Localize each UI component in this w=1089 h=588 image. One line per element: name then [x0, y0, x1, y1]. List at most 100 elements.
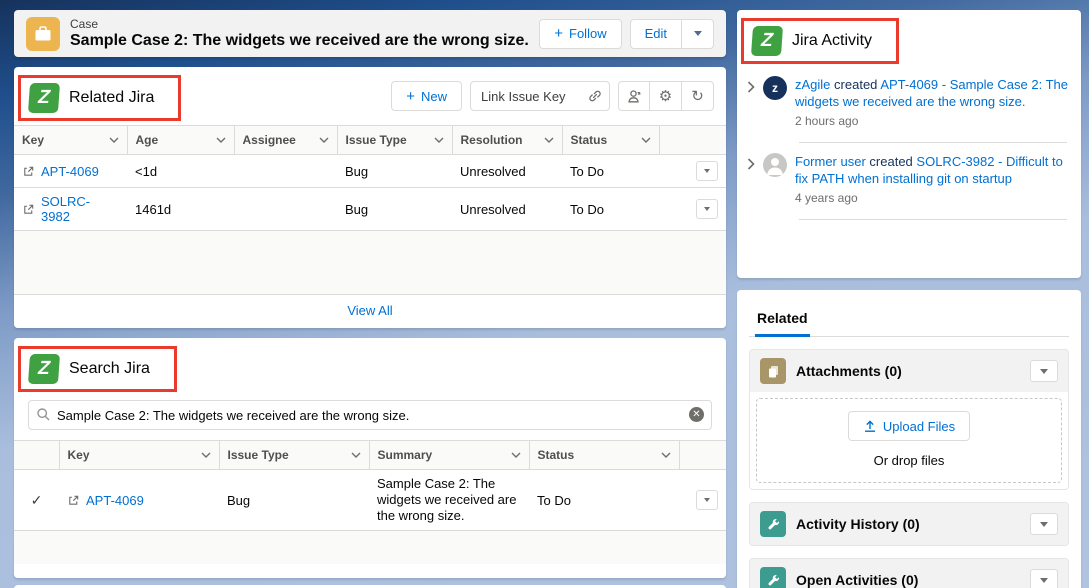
chevron-down-icon [661, 452, 671, 458]
header-actions: + Follow Edit [539, 19, 714, 49]
search-jira-table: Key Issue Type Summary Status ✓ APT-4069… [14, 440, 726, 531]
activity-text: zAgile created APT-4069 - Sample Case 2:… [795, 76, 1069, 130]
selected-check-icon[interactable]: ✓ [31, 492, 43, 508]
view-all-link[interactable]: View All [347, 303, 392, 318]
file-dropzone[interactable]: Upload Files Or drop files [756, 398, 1062, 483]
open-activities-title: Open Activities (0) [796, 572, 1020, 588]
external-link-icon[interactable] [22, 165, 35, 178]
search-jira-header-row: Key Issue Type Summary Status [14, 441, 726, 470]
actor-link[interactable]: zAgile [795, 77, 830, 92]
related-jira-highlight: Z Related Jira [18, 75, 181, 121]
action-text: created [834, 77, 877, 92]
edit-button-group: Edit [630, 19, 714, 49]
assignee-cell [234, 155, 337, 188]
plus-icon: + [406, 89, 415, 104]
column-header-status[interactable]: Status [529, 441, 679, 470]
refresh-button[interactable]: ↻ [682, 81, 714, 111]
issue-type-cell: Bug [337, 155, 452, 188]
search-row: ✕ [14, 396, 726, 440]
assign-user-button[interactable] [618, 81, 650, 111]
open-activities-card: Open Activities (0) [749, 558, 1069, 588]
issue-key-link[interactable]: APT-4069 [41, 164, 99, 179]
resolution-cell: Unresolved [452, 155, 562, 188]
table-row: APT-4069 <1d Bug Unresolved To Do [14, 155, 726, 188]
column-header-key[interactable]: Key [14, 126, 127, 155]
chevron-down-icon [109, 137, 119, 143]
tab-bar: Related [749, 302, 1069, 337]
issue-key-link[interactable]: SOLRC-3982 [41, 194, 119, 224]
page-title: Sample Case 2: The widgets we received a… [70, 31, 539, 50]
search-wrap: ✕ [28, 400, 712, 430]
avatar-initial: z [772, 81, 778, 95]
related-jira-header-row: Key Age Assignee Issue Type Resolution S… [14, 126, 726, 155]
follow-label: Follow [569, 26, 607, 41]
follow-button[interactable]: + Follow [539, 19, 621, 49]
column-header-issue-type[interactable]: Issue Type [219, 441, 369, 470]
column-header-status[interactable]: Status [562, 126, 659, 155]
column-header-issue-type[interactable]: Issue Type [337, 126, 452, 155]
issue-type-cell: Bug [219, 470, 369, 531]
column-header-select [14, 441, 59, 470]
external-link-icon[interactable] [67, 494, 80, 507]
column-header-resolution[interactable]: Resolution [452, 126, 562, 155]
refresh-icon: ↻ [691, 89, 704, 104]
gear-icon: ⚙ [659, 89, 672, 104]
related-jira-table: Key Age Assignee Issue Type Resolution S… [14, 125, 726, 231]
column-header-assignee[interactable]: Assignee [234, 126, 337, 155]
wrench-glyph [766, 573, 781, 588]
chevron-down-icon [704, 169, 710, 173]
upload-files-button[interactable]: Upload Files [848, 411, 970, 441]
row-actions-button[interactable] [696, 199, 718, 219]
jira-activity-panel: Z Jira Activity z zAgile created APT-406… [737, 10, 1081, 278]
edit-dropdown-button[interactable] [682, 19, 714, 49]
activity-item: z zAgile created APT-4069 - Sample Case … [737, 66, 1081, 130]
search-jira-footer-space [14, 564, 726, 578]
chevron-down-icon [216, 137, 226, 143]
expand-chevron-icon[interactable] [747, 153, 755, 175]
status-cell: To Do [562, 188, 659, 231]
activity-history-collapse-button[interactable] [1030, 513, 1058, 535]
search-jira-highlight: Z Search Jira [18, 346, 177, 392]
new-button[interactable]: + New [391, 81, 462, 111]
row-actions-button[interactable] [696, 161, 718, 181]
case-icon [26, 17, 60, 51]
column-header-age[interactable]: Age [127, 126, 234, 155]
chevron-down-icon [641, 137, 651, 143]
actor-link[interactable]: Former user [795, 154, 866, 169]
row-actions-button[interactable] [696, 490, 718, 510]
link-icon[interactable] [587, 88, 603, 104]
table-row: SOLRC-3982 1461d Bug Unresolved To Do [14, 188, 726, 231]
column-header-key[interactable]: Key [59, 441, 219, 470]
chevron-down-icon [1040, 522, 1048, 527]
column-header-summary[interactable]: Summary [369, 441, 529, 470]
chevron-down-icon [1040, 578, 1048, 583]
chevron-down-icon [434, 137, 444, 143]
activity-text: Former user created SOLRC-3982 - Difficu… [795, 153, 1069, 207]
age-cell: <1d [127, 155, 234, 188]
table-row: ✓ APT-4069 Bug Sample Case 2: The widget… [14, 470, 726, 531]
open-activities-header: Open Activities (0) [750, 559, 1068, 588]
attachments-body: Upload Files Or drop files [750, 392, 1068, 489]
settings-button[interactable]: ⚙ [650, 81, 682, 111]
open-activities-collapse-button[interactable] [1030, 569, 1058, 588]
chevron-down-icon [694, 31, 702, 36]
expand-chevron-icon[interactable] [747, 76, 755, 98]
jira-activity-highlight: Z Jira Activity [741, 18, 899, 64]
activity-history-title: Activity History (0) [796, 516, 1020, 532]
assignee-cell [234, 188, 337, 231]
clear-search-button[interactable]: ✕ [689, 407, 704, 422]
age-cell: 1461d [127, 188, 234, 231]
edit-button[interactable]: Edit [630, 19, 682, 49]
external-link-icon[interactable] [22, 203, 35, 216]
issue-key-link[interactable]: APT-4069 [86, 493, 144, 508]
new-label: New [421, 89, 447, 104]
attachments-collapse-button[interactable] [1030, 360, 1058, 382]
attachments-card: Attachments (0) Upload Files Or drop fil… [749, 349, 1069, 490]
related-jira-empty-area [14, 231, 726, 294]
search-jira-input[interactable] [28, 400, 712, 430]
zagile-icon: Z [751, 26, 783, 56]
attachments-header: Attachments (0) [750, 350, 1068, 392]
tab-related[interactable]: Related [755, 306, 810, 337]
upload-files-label: Upload Files [883, 419, 955, 434]
divider [799, 219, 1067, 220]
